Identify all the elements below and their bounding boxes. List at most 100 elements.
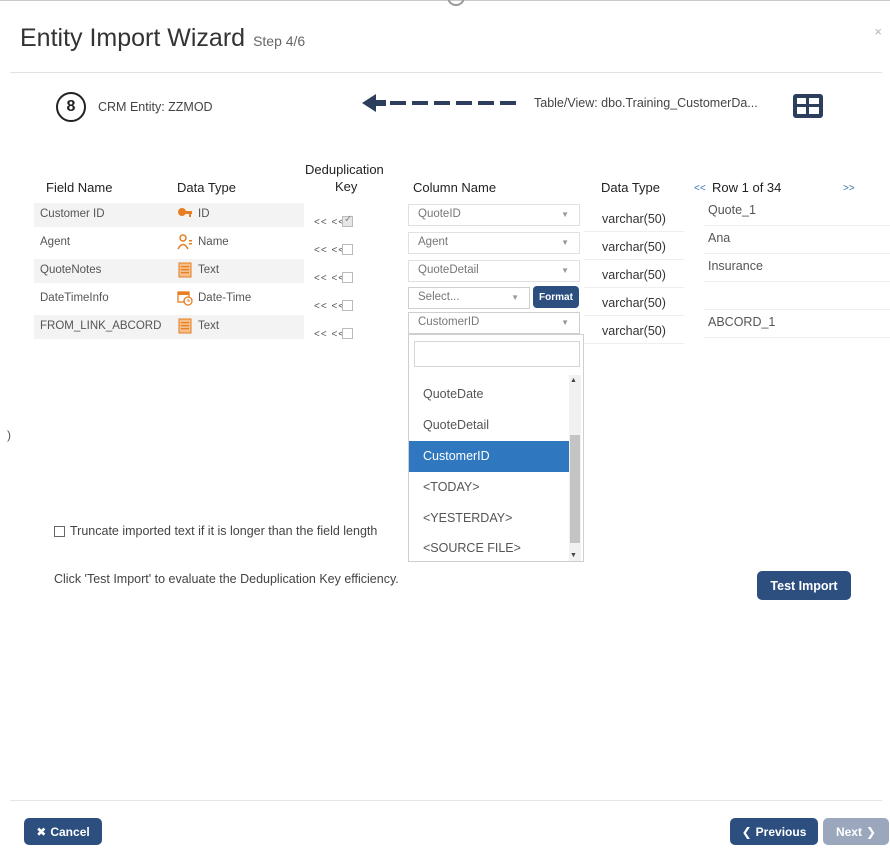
field-name-cell: FROM_LINK_ABCORD (40, 320, 162, 332)
dropdown-search-input[interactable] (414, 341, 580, 367)
dialog-header: Entity Import Wizard Step 4/6 (20, 24, 305, 53)
column-select-value: Select... (418, 291, 460, 303)
chevron-down-icon: ▼ (561, 318, 569, 327)
header-column-name: Column Name (413, 180, 497, 195)
dropdown-option[interactable]: QuoteDetail (409, 410, 569, 441)
previous-button[interactable]: ❮ Previous (730, 818, 818, 845)
close-icon: ✖ (36, 824, 47, 839)
row-value-cell: Ana (704, 228, 890, 254)
crm-entity: 8 CRM Entity: ZZMOD (56, 92, 213, 122)
field-name-cell: Agent (40, 236, 71, 248)
left-edge-mark: ) (7, 428, 11, 442)
column-select-open[interactable]: CustomerID ▼ (408, 312, 580, 334)
dropdown-option[interactable]: <TODAY> (409, 472, 569, 503)
header-dedup-key-line1: Deduplication (305, 162, 384, 177)
dropdown-list: QuoteDate QuoteDetail CustomerID <TODAY>… (409, 379, 569, 560)
document-text-icon (178, 318, 192, 334)
truncate-checkbox[interactable] (54, 525, 65, 537)
row-counter: Row 1 of 34 (712, 180, 782, 195)
row-value-cell: ABCORD_1 (704, 312, 890, 338)
chevron-down-icon: ▼ (561, 266, 569, 275)
chevron-right-icon: ❯ (865, 824, 877, 839)
field-name-cell: Customer ID (40, 208, 105, 220)
truncate-label: Truncate imported text if it is longer t… (70, 524, 378, 538)
header-divider (10, 72, 882, 73)
dropdown-option[interactable]: <YESTERDAY> (409, 503, 569, 534)
dedup-arrows: << << (314, 329, 346, 340)
source-data-type-cell: varchar(50) (584, 206, 684, 232)
data-type-cell: Text (198, 320, 220, 332)
data-type-cell: ID (198, 208, 210, 220)
source-data-type-cell: varchar(50) (584, 262, 684, 288)
row-next-link[interactable]: >> (843, 183, 855, 194)
data-type-cell: Date-Time (198, 292, 252, 304)
calendar-clock-icon (177, 291, 193, 306)
field-name-cell: DateTimeInfo (40, 292, 109, 304)
test-import-hint: Click 'Test Import' to evaluate the Dedu… (54, 572, 399, 586)
truncate-option[interactable]: Truncate imported text if it is longer t… (54, 524, 422, 538)
chevron-down-icon: ▼ (561, 238, 569, 247)
next-button[interactable]: Next ❯ (823, 818, 889, 845)
source-data-type-cell: varchar(50) (584, 318, 684, 344)
source-table-label: Table/View: dbo.Training_CustomerDa... (534, 96, 758, 110)
chevron-down-icon: ▼ (511, 293, 519, 302)
next-label: Next (835, 824, 862, 839)
field-name-cell: QuoteNotes (40, 264, 102, 276)
chevron-left-icon: ❮ (741, 824, 752, 839)
dedup-key-checkbox[interactable] (342, 214, 353, 227)
column-select[interactable]: Select... ▼ (408, 287, 530, 309)
row-prev-link[interactable]: << (694, 183, 706, 194)
document-text-icon (178, 262, 192, 278)
footer-divider (10, 800, 882, 801)
column-dropdown[interactable]: QuoteDate QuoteDetail CustomerID <TODAY>… (408, 334, 584, 562)
dedup-key-checkbox[interactable] (342, 272, 353, 283)
row-value-cell: Insurance (704, 256, 890, 282)
column-select-value: CustomerID (418, 316, 480, 328)
dedup-key-checkbox[interactable] (342, 328, 353, 339)
step-indicator: Step 4/6 (253, 33, 306, 49)
dedup-key-checkbox[interactable] (342, 300, 353, 311)
column-select-value: QuoteID (418, 208, 461, 220)
close-icon[interactable]: × (874, 24, 882, 39)
test-import-button[interactable]: Test Import (757, 571, 851, 600)
dropdown-option-selected[interactable]: CustomerID (409, 441, 569, 472)
top-border (0, 0, 890, 6)
previous-label: Previous (755, 824, 807, 839)
header-dedup-key-line2: Key (335, 179, 358, 194)
dedup-arrows: << << (314, 217, 346, 228)
scroll-up-icon[interactable]: ▲ (570, 377, 577, 384)
key-icon (178, 208, 192, 217)
dedup-arrows: << << (314, 301, 346, 312)
cancel-label: Cancel (50, 824, 90, 839)
scroll-down-icon[interactable]: ▼ (570, 552, 577, 559)
chevron-down-icon: ▼ (561, 210, 569, 219)
column-select[interactable]: QuoteDetail ▼ (408, 260, 580, 282)
cancel-button[interactable]: ✖ Cancel (24, 818, 102, 845)
scrollbar-thumb[interactable] (570, 435, 580, 543)
dedup-arrows: << << (314, 273, 346, 284)
format-button[interactable]: Format (533, 286, 579, 308)
crm-entity-label: CRM Entity: ZZMOD (98, 100, 213, 114)
row-value-cell (704, 284, 890, 310)
mapping-arrow-icon (362, 94, 516, 112)
dropdown-option[interactable]: <SOURCE FILE> (409, 534, 569, 560)
table-row (34, 231, 304, 255)
data-type-cell: Text (198, 264, 220, 276)
column-select[interactable]: QuoteID ▼ (408, 204, 580, 226)
dedup-arrows: << << (314, 245, 346, 256)
table-grid-icon[interactable] (793, 94, 823, 118)
header-source-data-type: Data Type (601, 180, 661, 195)
row-value-cell: Quote_1 (704, 200, 890, 226)
header-field-name: Field Name (46, 180, 113, 195)
crm-entity-icon: 8 (56, 92, 86, 122)
dropdown-option[interactable]: QuoteDate (409, 379, 569, 410)
data-type-cell: Name (198, 236, 229, 248)
source-data-type-cell: varchar(50) (584, 290, 684, 316)
dropdown-scrollbar[interactable]: ▲ ▼ (569, 375, 581, 561)
dedup-key-checkbox[interactable] (342, 244, 353, 255)
dialog-title: Entity Import Wizard (20, 24, 246, 52)
person-name-icon (177, 234, 192, 250)
source-data-type-cell: varchar(50) (584, 234, 684, 260)
header-data-type: Data Type (177, 180, 237, 195)
column-select[interactable]: Agent ▼ (408, 232, 580, 254)
